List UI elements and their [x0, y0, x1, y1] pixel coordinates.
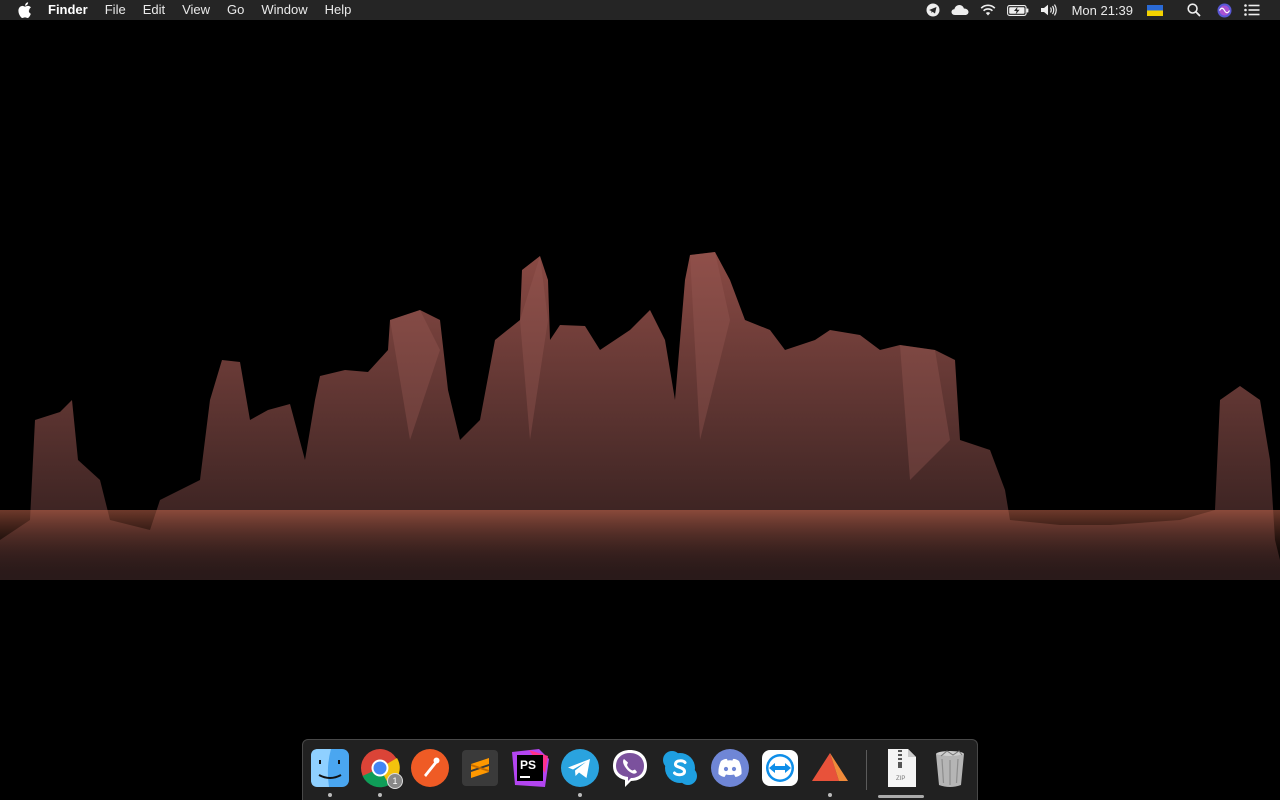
- wifi-icon[interactable]: [980, 0, 996, 20]
- running-indicator: [328, 793, 332, 797]
- ukraine-flag-icon[interactable]: [1147, 0, 1163, 20]
- menu-go[interactable]: Go: [227, 0, 244, 20]
- dock-postman[interactable]: [409, 747, 451, 789]
- zip-file-icon: [888, 749, 916, 787]
- reddish-grass: [0, 510, 1280, 580]
- running-indicator: [828, 793, 832, 797]
- viber-icon: [613, 750, 647, 787]
- dock-parallels[interactable]: [809, 747, 851, 797]
- teamviewer-icon: [762, 750, 798, 786]
- volume-icon[interactable]: [1040, 0, 1058, 20]
- postman-icon: [411, 749, 449, 787]
- cloud-icon[interactable]: [951, 0, 969, 20]
- menu-view[interactable]: View: [182, 0, 210, 20]
- zip-file-label: ZIP: [896, 776, 906, 782]
- menu-clock[interactable]: Mon 21:39: [1072, 3, 1133, 18]
- dock-trash[interactable]: [929, 747, 971, 789]
- discord-icon: [711, 749, 749, 787]
- telegram-status-icon[interactable]: [926, 0, 940, 20]
- dock-finder[interactable]: [309, 747, 351, 797]
- dock-telegram[interactable]: [559, 747, 601, 797]
- dock-skype[interactable]: [659, 747, 701, 789]
- menu-bar: Finder File Edit View Go Window Help Mon…: [0, 0, 1280, 20]
- dock-sublime-text[interactable]: [459, 747, 501, 789]
- telegram-icon: [561, 749, 599, 787]
- download-progress-bar: [878, 795, 924, 798]
- trash-icon: [936, 750, 964, 787]
- phpstorm-label: PS: [520, 758, 537, 772]
- dock-viber[interactable]: [609, 747, 651, 789]
- running-indicator: [378, 793, 382, 797]
- sublime-text-icon: [462, 750, 498, 786]
- notification-center-icon[interactable]: [1244, 0, 1260, 20]
- dock: 1 PS ZIP: [302, 739, 978, 800]
- dock-phpstorm[interactable]: PS: [509, 747, 551, 789]
- finder-icon: [311, 749, 349, 787]
- skype-icon: [663, 751, 697, 785]
- apple-menu-icon[interactable]: [17, 2, 33, 18]
- menu-app-finder[interactable]: Finder: [48, 0, 88, 20]
- parallels-icon: [812, 753, 848, 781]
- menu-window[interactable]: Window: [261, 0, 307, 20]
- battery-charging-icon[interactable]: [1006, 0, 1029, 20]
- search-icon[interactable]: [1187, 0, 1201, 20]
- menu-help[interactable]: Help: [325, 0, 352, 20]
- chrome-notification-badge: 1: [387, 773, 403, 789]
- dock-teamviewer[interactable]: [759, 747, 801, 789]
- dock-discord[interactable]: [709, 747, 751, 789]
- desktop-wallpaper: [0, 252, 1280, 580]
- dock-zip-file[interactable]: ZIP: [880, 747, 922, 789]
- running-indicator: [578, 793, 582, 797]
- siri-icon[interactable]: [1217, 0, 1232, 20]
- dock-google-chrome[interactable]: 1: [359, 747, 403, 797]
- menu-file[interactable]: File: [105, 0, 126, 20]
- menu-edit[interactable]: Edit: [143, 0, 165, 20]
- dock-separator: [866, 750, 867, 790]
